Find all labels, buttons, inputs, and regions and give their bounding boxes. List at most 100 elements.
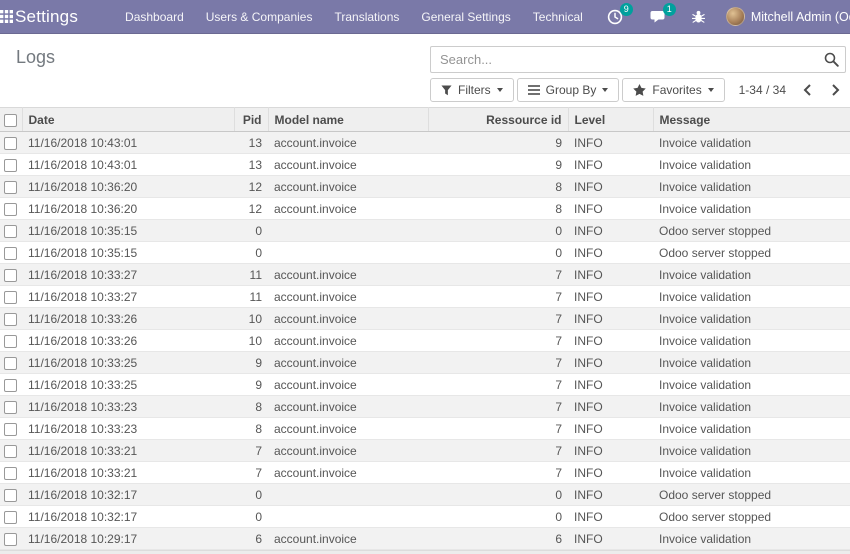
- cell-pid: 7: [234, 462, 268, 484]
- cell-date: 11/16/2018 10:33:23: [22, 418, 234, 440]
- menu-item-dashboard[interactable]: Dashboard: [114, 0, 195, 34]
- cell-date: 11/16/2018 10:33:27: [22, 286, 234, 308]
- column-header-level[interactable]: Level: [568, 108, 653, 132]
- cell-ressource-id: 7: [428, 352, 568, 374]
- table-row[interactable]: 11/16/2018 10:35:15 0 0 INFO Odoo server…: [0, 220, 850, 242]
- column-header-ressource-id[interactable]: Ressource id: [428, 108, 568, 132]
- row-checkbox[interactable]: [4, 423, 17, 436]
- cell-level: INFO: [568, 264, 653, 286]
- row-checkbox-cell: [0, 440, 22, 462]
- cell-date: 11/16/2018 10:33:27: [22, 264, 234, 286]
- row-checkbox[interactable]: [4, 489, 17, 502]
- table-row[interactable]: 11/16/2018 10:43:01 13 account.invoice 9…: [0, 154, 850, 176]
- row-checkbox[interactable]: [4, 225, 17, 238]
- pager-next-button[interactable]: [829, 84, 842, 96]
- table-row[interactable]: 11/16/2018 10:33:23 8 account.invoice 7 …: [0, 396, 850, 418]
- table-row[interactable]: 11/16/2018 10:33:25 9 account.invoice 7 …: [0, 374, 850, 396]
- row-checkbox[interactable]: [4, 313, 17, 326]
- column-header-pid[interactable]: Pid: [234, 108, 268, 132]
- debug-button[interactable]: [679, 0, 718, 34]
- row-checkbox[interactable]: [4, 335, 17, 348]
- table-row[interactable]: 11/16/2018 10:35:15 0 0 INFO Odoo server…: [0, 242, 850, 264]
- table-row[interactable]: 11/16/2018 10:32:17 0 0 INFO Odoo server…: [0, 484, 850, 506]
- search-button[interactable]: [824, 52, 839, 67]
- cell-pid: 6: [234, 528, 268, 550]
- table-row[interactable]: 11/16/2018 10:33:21 7 account.invoice 7 …: [0, 440, 850, 462]
- table-row[interactable]: 11/16/2018 10:33:27 11 account.invoice 7…: [0, 264, 850, 286]
- group-by-icon: [528, 85, 540, 95]
- table-row[interactable]: 11/16/2018 10:43:01 13 account.invoice 9…: [0, 132, 850, 154]
- column-header-date[interactable]: Date: [22, 108, 234, 132]
- group-by-label: Group By: [546, 83, 597, 97]
- cell-level: INFO: [568, 132, 653, 154]
- table-row[interactable]: 11/16/2018 10:29:17 6 account.invoice 6 …: [0, 528, 850, 550]
- menu-item-technical[interactable]: Technical: [522, 0, 594, 34]
- table-row[interactable]: 11/16/2018 10:36:20 12 account.invoice 8…: [0, 176, 850, 198]
- table-row[interactable]: 11/16/2018 10:33:26 10 account.invoice 7…: [0, 308, 850, 330]
- column-header-model-name[interactable]: Model name: [268, 108, 428, 132]
- table-row[interactable]: 11/16/2018 10:33:25 9 account.invoice 7 …: [0, 352, 850, 374]
- cell-pid: 9: [234, 374, 268, 396]
- column-header-message[interactable]: Message: [653, 108, 850, 132]
- filters-button[interactable]: Filters: [430, 78, 514, 102]
- row-checkbox[interactable]: [4, 533, 17, 546]
- table-row[interactable]: 11/16/2018 10:32:17 0 0 INFO Odoo server…: [0, 506, 850, 528]
- cell-level: INFO: [568, 176, 653, 198]
- menu-item-users-companies[interactable]: Users & Companies: [195, 0, 324, 34]
- favorites-label: Favorites: [652, 83, 701, 97]
- favorites-caret-icon: [708, 88, 714, 92]
- cell-message: Odoo server stopped: [653, 220, 850, 242]
- cell-ressource-id: 8: [428, 176, 568, 198]
- table-row[interactable]: 11/16/2018 10:33:26 10 account.invoice 7…: [0, 330, 850, 352]
- menu-item-general-settings[interactable]: General Settings: [410, 0, 521, 34]
- row-checkbox[interactable]: [4, 203, 17, 216]
- user-menu[interactable]: Mitchell Admin (Odoo_12): [718, 0, 850, 34]
- table-row[interactable]: 11/16/2018 10:33:23 8 account.invoice 7 …: [0, 418, 850, 440]
- row-checkbox[interactable]: [4, 401, 17, 414]
- menu-item-translations[interactable]: Translations: [323, 0, 410, 34]
- cell-message: Invoice validation: [653, 330, 850, 352]
- cell-ressource-id: 7: [428, 264, 568, 286]
- cell-date: 11/16/2018 10:35:15: [22, 220, 234, 242]
- apps-grid-icon: [0, 10, 13, 23]
- row-checkbox-cell: [0, 154, 22, 176]
- favorites-button[interactable]: Favorites: [622, 78, 724, 102]
- row-checkbox[interactable]: [4, 511, 17, 524]
- cell-date: 11/16/2018 10:43:01: [22, 132, 234, 154]
- cell-level: INFO: [568, 220, 653, 242]
- cell-message: Invoice validation: [653, 462, 850, 484]
- row-checkbox[interactable]: [4, 181, 17, 194]
- cell-level: INFO: [568, 506, 653, 528]
- row-checkbox[interactable]: [4, 445, 17, 458]
- cell-model-name: account.invoice: [268, 264, 428, 286]
- select-all-checkbox[interactable]: [4, 114, 17, 127]
- table-row[interactable]: 11/16/2018 10:33:21 7 account.invoice 7 …: [0, 462, 850, 484]
- search-input[interactable]: [430, 46, 846, 73]
- cell-message: Invoice validation: [653, 154, 850, 176]
- table-row[interactable]: 11/16/2018 10:33:27 11 account.invoice 7…: [0, 286, 850, 308]
- cell-pid: 0: [234, 484, 268, 506]
- cell-date: 11/16/2018 10:33:23: [22, 396, 234, 418]
- row-checkbox[interactable]: [4, 269, 17, 282]
- pager-previous-button[interactable]: [801, 84, 814, 96]
- row-checkbox[interactable]: [4, 137, 17, 150]
- row-checkbox[interactable]: [4, 379, 17, 392]
- cell-ressource-id: 0: [428, 220, 568, 242]
- apps-menu-button[interactable]: [0, 0, 13, 34]
- cell-level: INFO: [568, 198, 653, 220]
- activities-button[interactable]: 9: [594, 0, 636, 34]
- table-row[interactable]: 11/16/2018 10:36:20 12 account.invoice 8…: [0, 198, 850, 220]
- app-name[interactable]: Settings: [13, 7, 90, 27]
- cell-date: 11/16/2018 10:33:21: [22, 440, 234, 462]
- group-by-button[interactable]: Group By: [517, 78, 620, 102]
- row-checkbox[interactable]: [4, 159, 17, 172]
- cell-ressource-id: 0: [428, 506, 568, 528]
- row-checkbox[interactable]: [4, 291, 17, 304]
- navbar-systray: 9 1 Mi: [594, 0, 850, 34]
- log-table-body: 11/16/2018 10:43:01 13 account.invoice 9…: [0, 132, 850, 550]
- row-checkbox[interactable]: [4, 467, 17, 480]
- messages-button[interactable]: 1: [636, 0, 679, 34]
- cell-date: 11/16/2018 10:36:20: [22, 198, 234, 220]
- row-checkbox[interactable]: [4, 357, 17, 370]
- row-checkbox[interactable]: [4, 247, 17, 260]
